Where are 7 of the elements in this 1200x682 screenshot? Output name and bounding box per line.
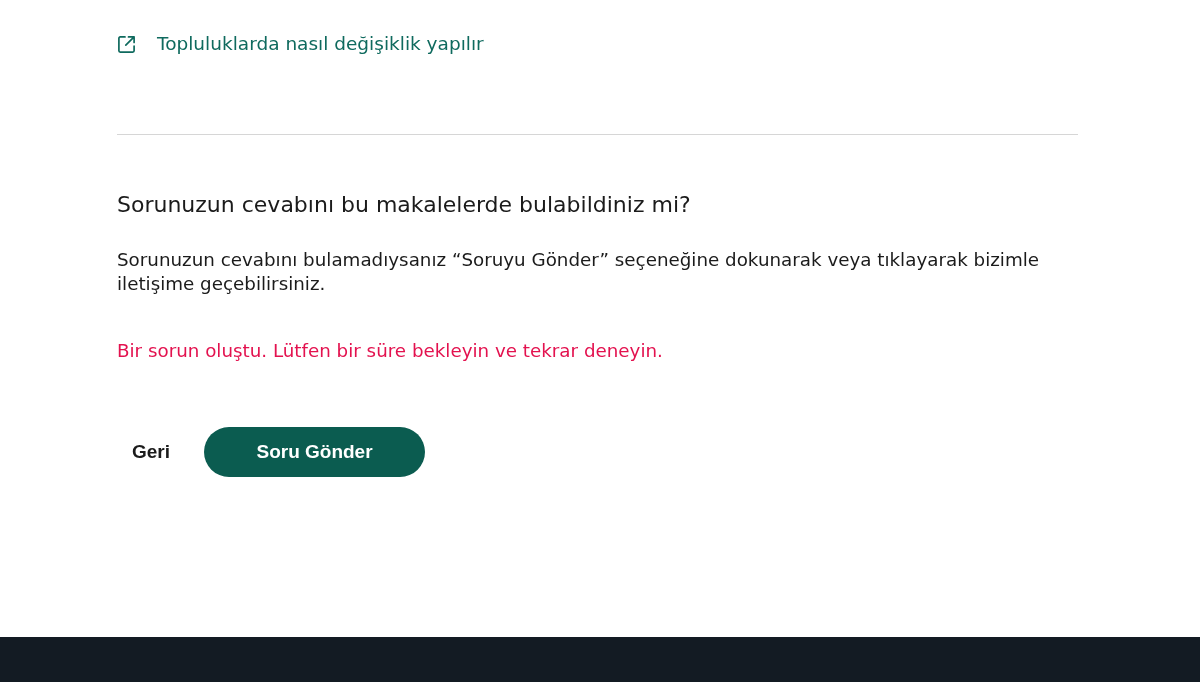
description-text: Sorunuzun cevabını bulamadıysanız “Soruyu Gönder” seçeneğine dokunarak veya tıklayarak bizimle iletişime geçebilirsiniz. [117, 248, 1041, 296]
back-button[interactable]: Geri [117, 427, 186, 477]
submit-question-button[interactable]: Soru Gönder [204, 427, 426, 477]
help-link[interactable]: Topluluklarda nasıl değişiklik yapılır [157, 32, 484, 56]
external-link-icon [117, 34, 136, 54]
error-message: Bir sorun oluştu. Lütfen bir süre bekleyin ve tekrar deneyin. [117, 339, 664, 363]
question-heading: Sorunuzun cevabını bu makalelerde bulabildiniz mi? [117, 191, 692, 219]
